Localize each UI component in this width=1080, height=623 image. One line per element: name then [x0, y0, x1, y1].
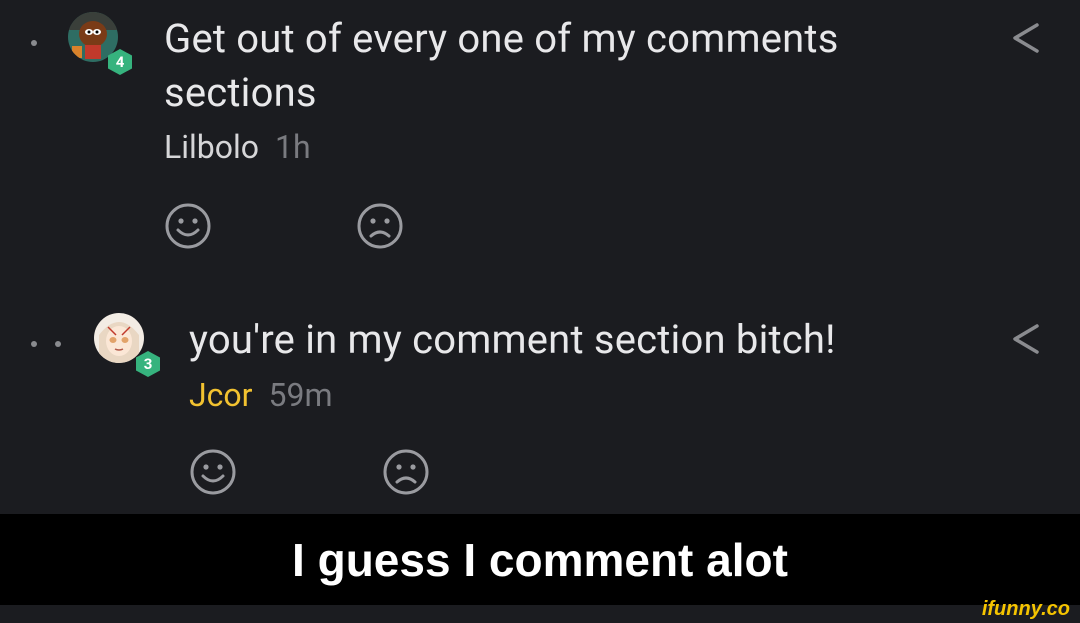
meme-caption-bar: I guess I comment alot [0, 514, 1080, 605]
frown-icon[interactable] [381, 447, 431, 497]
smile-icon[interactable] [188, 447, 238, 497]
comment-time: 59m [268, 376, 333, 414]
thread-depth-dot [31, 341, 37, 347]
watermark-strip: ifunny.co [0, 598, 1080, 623]
share-icon[interactable] [1009, 322, 1043, 356]
comment-time: 1h [275, 128, 311, 166]
comments-screen: 4 Get out of every one of my comments se… [0, 0, 1080, 514]
level-badge: 3 [136, 351, 160, 377]
comment-meta: Lilbolo 1h [164, 127, 311, 167]
meme-caption: I guess I comment alot [292, 533, 788, 586]
thread-depth-dot [55, 341, 61, 347]
share-icon[interactable] [1009, 21, 1043, 55]
comment-author[interactable]: Jcor [189, 376, 253, 414]
comment-text: you're in my comment section bitch! [189, 316, 836, 363]
thread-depth-dot [31, 40, 37, 46]
ifunny-watermark-logo: ifunny.co [981, 598, 1070, 620]
user-avatar[interactable]: 4 [68, 12, 132, 75]
comment-item: 4 Get out of every one of my comments se… [0, 0, 1080, 260]
level-badge: 4 [108, 49, 132, 75]
comment-author[interactable]: Lilbolo [164, 128, 259, 166]
comment-item: 3 you're in my comment section bitch! Jc… [0, 300, 1080, 514]
smile-icon[interactable] [163, 201, 213, 251]
comment-meta: Jcor 59m [189, 375, 333, 415]
user-avatar[interactable]: 3 [94, 313, 160, 377]
comment-text: Get out of every one of my comments sect… [164, 15, 839, 116]
frown-icon[interactable] [355, 201, 405, 251]
